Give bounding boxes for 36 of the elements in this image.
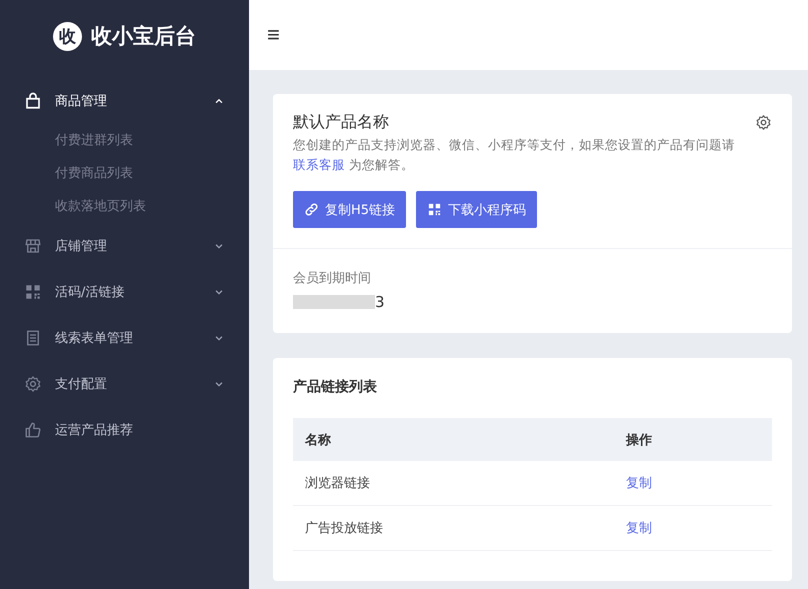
column-header: 名称 <box>305 432 332 448</box>
thumbs-up-icon <box>24 421 42 439</box>
shopping-bag-icon <box>24 92 42 110</box>
sidebar-item[interactable]: 运营产品推荐 <box>0 407 249 453</box>
section-title: 产品链接列表 <box>293 378 378 396</box>
sidebar-item[interactable]: 线索表单管理 <box>0 315 249 361</box>
qr-code-icon <box>24 283 42 301</box>
copy-link[interactable]: 复制 <box>626 476 652 491</box>
contact-support-link[interactable]: 联系客服 <box>293 157 345 172</box>
sidebar-subitem[interactable]: 付费进群列表 <box>0 124 249 157</box>
product-description: 您创建的产品支持浏览器、微信、小程序等支付，如果您设置的产品有问题请 联系客服 为您解答。 <box>293 136 736 174</box>
form-icon <box>24 329 42 347</box>
copy-link-button[interactable]: 复制H5链接 <box>293 191 406 228</box>
app-title: 收小宝后台 <box>91 23 196 50</box>
storefront-icon <box>24 237 42 255</box>
table-cell-text: 广告投放链接 <box>305 520 384 537</box>
logo-icon: 收 <box>53 22 82 50</box>
sidebar-item[interactable]: 商品管理 <box>0 78 249 124</box>
copy-link[interactable]: 复制 <box>626 521 652 536</box>
column-header: 操作 <box>626 432 653 448</box>
download-qr-code-button[interactable]: 下载小程序码 <box>416 191 538 228</box>
sidebar-item[interactable]: 活码/活链接 <box>0 269 249 315</box>
expiry-date: 3 <box>375 293 385 311</box>
sidebar-item[interactable]: 支付配置 <box>0 361 249 407</box>
qr-code-icon <box>427 202 442 217</box>
table-cell-text: 浏览器链接 <box>305 475 371 492</box>
sidebar-subitem[interactable]: 收款落地页列表 <box>0 190 249 223</box>
menu-toggle-button[interactable]: ≡ <box>265 22 282 48</box>
expiry-label: 会员到期时间 <box>293 270 372 287</box>
sidebar-subitem[interactable]: 付费商品列表 <box>0 157 249 190</box>
link-icon <box>304 202 319 217</box>
settings-icon <box>755 114 772 131</box>
sidebar-item[interactable]: 店铺管理 <box>0 223 249 269</box>
product-title: 默认产品名称 <box>293 112 389 133</box>
chevron-up-icon <box>214 96 224 106</box>
settings-icon <box>24 375 42 393</box>
